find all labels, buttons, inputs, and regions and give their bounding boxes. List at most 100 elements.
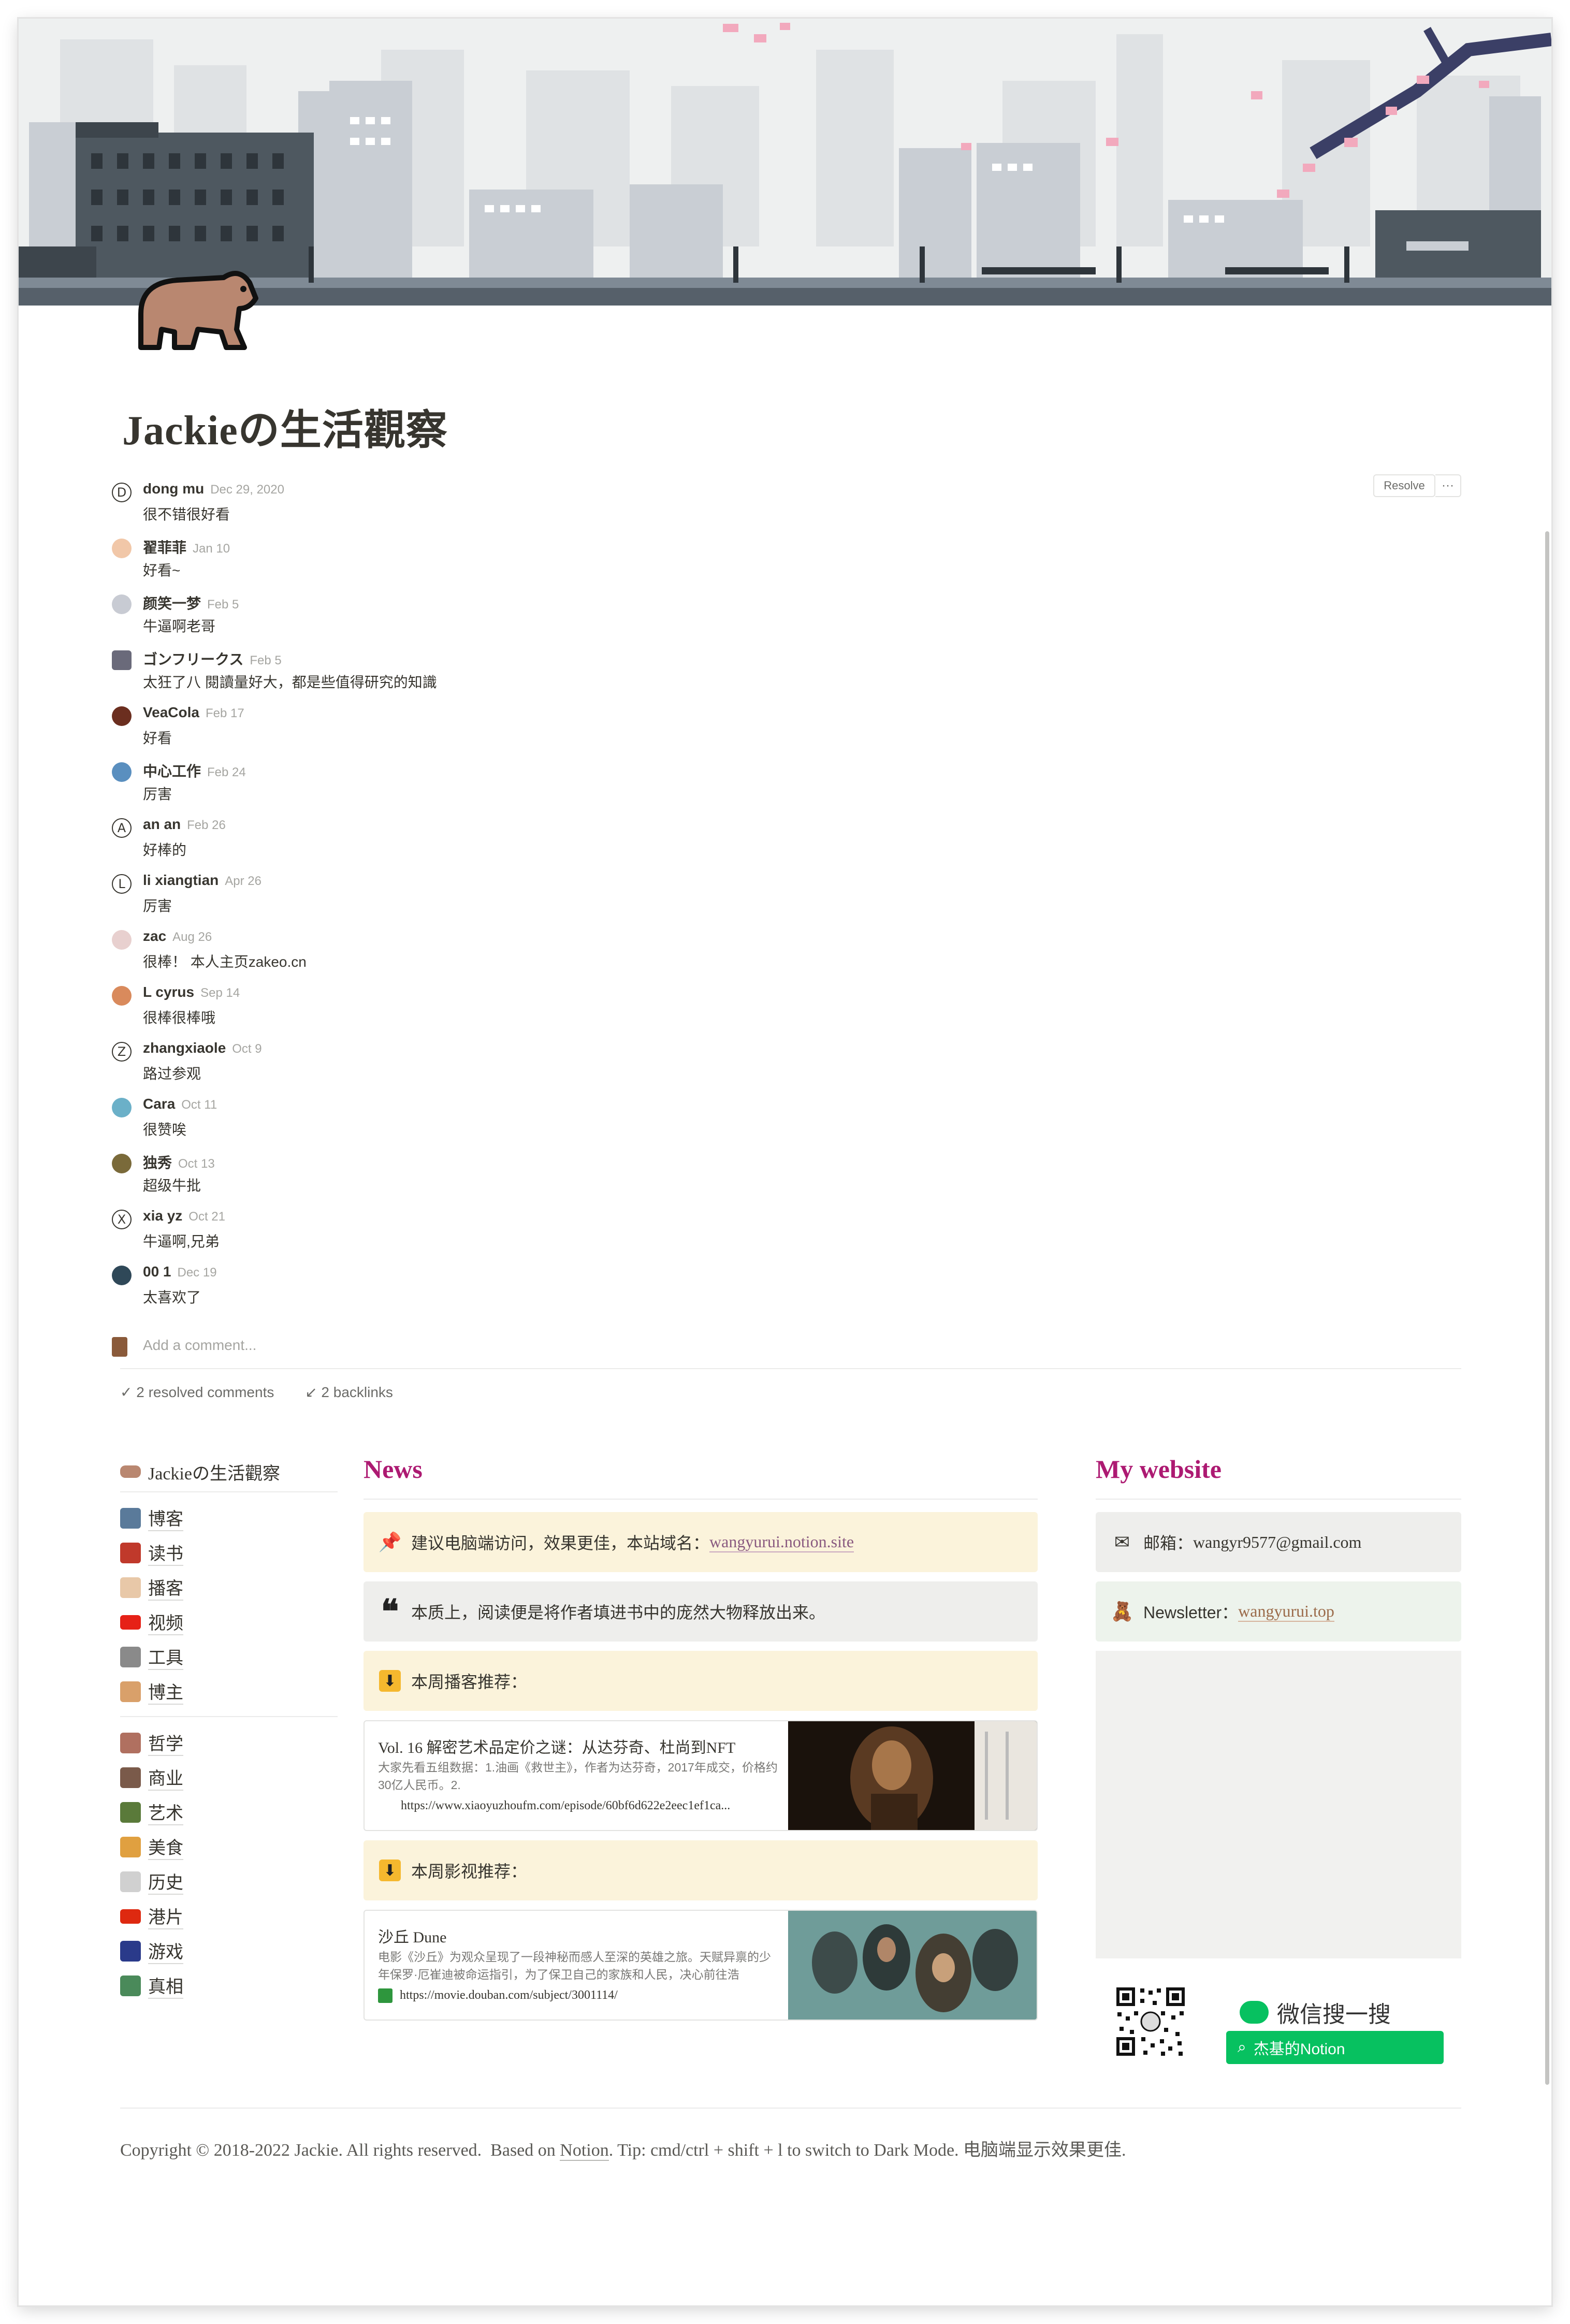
down-arrow-icon: ⬇ [379, 1670, 401, 1692]
avatar [112, 986, 132, 1006]
book-icon [120, 1542, 141, 1563]
comment-item: ゴンフリークス Feb 5 太狂了八 閱讀量好大，都是些值得研究的知識 [112, 647, 1479, 703]
avatar: A [112, 818, 132, 838]
email-address[interactable]: wangyr9577@gmail.com [1193, 1533, 1361, 1552]
comment-item: L cyrus Sep 14 很棒很棒哦 [112, 983, 1479, 1039]
sidebar-item-games[interactable]: 游戏 [120, 1934, 348, 1968]
document-icon [120, 1871, 141, 1892]
sidebar-item-history[interactable]: 历史 [120, 1864, 348, 1899]
bookmark-description: 电影《沙丘》为观众呈现了一段神秘而感人至深的英雄之旅。天赋异禀的少年保罗·厄崔迪… [378, 1950, 771, 1981]
comment-text: 厉害 [143, 898, 172, 914]
movie-callout: ⬇ 本周影视推荐： [364, 1840, 1038, 1900]
movie-bookmark[interactable]: 沙丘 Dune 电影《沙丘》为观众呈现了一段神秘而感人至深的英雄之旅。天赋异禀的… [364, 1910, 1038, 2021]
news-heading: News [364, 1455, 423, 1484]
playstation-icon [120, 1940, 141, 1962]
comment-text: 好看~ [143, 562, 181, 578]
add-comment-input[interactable]: Add a comment... [143, 1337, 256, 1354]
youtube-icon [120, 1615, 141, 1630]
sidebar-item-bloggers[interactable]: 博主 [120, 1674, 348, 1709]
comment-item: L li xiangtian Apr 26 厉害 [112, 871, 1479, 927]
divider [120, 1491, 338, 1492]
newsletter-link[interactable]: wangyurui.top [1238, 1602, 1334, 1622]
sidebar-item-podcast[interactable]: 播客 [120, 1570, 348, 1605]
newsletter-callout: 🧸 Newsletter： wangyurui.top [1096, 1581, 1461, 1642]
avatar: D [112, 483, 132, 502]
comment-author: dong mu Dec 29, 2020 [143, 481, 284, 497]
sidebar-item-tools[interactable]: 工具 [120, 1639, 348, 1674]
divider [120, 1368, 1461, 1369]
comment-author: 颜笑一梦 Feb 5 [143, 595, 239, 612]
comment-author: L cyrus Sep 14 [143, 984, 240, 1000]
tools-icon [120, 1646, 141, 1667]
comment-author: 翟菲菲 Jan 10 [143, 540, 230, 556]
add-comment-row[interactable]: Add a comment... [112, 1334, 733, 1360]
sidebar-item-hk-films[interactable]: 港片 [120, 1899, 348, 1934]
comment-author: zac Aug 26 [143, 928, 212, 944]
podcast-cover-image [788, 1721, 1037, 1830]
movie-poster-image [788, 1911, 1037, 2020]
comments-list: D dong mu Dec 29, 2020 很不错很好看 翟菲菲 Jan 10 好… [112, 480, 1479, 1318]
notion-link[interactable]: Notion [560, 2141, 609, 2161]
comment-text: 太喜欢了 [143, 1289, 201, 1305]
scrollbar[interactable] [1545, 531, 1549, 2085]
sidebar-item-philosophy[interactable]: 哲学 [120, 1725, 348, 1760]
sidebar-item-art[interactable]: 艺术 [120, 1795, 348, 1829]
noodle-icon [120, 1836, 141, 1857]
bookmark-url: https://movie.douban.com/subject/3001114… [378, 1988, 618, 2003]
comment-text: 很不错很好看 [143, 506, 230, 522]
avatar [112, 1266, 132, 1285]
divider [120, 2108, 1461, 2109]
wechat-search-button[interactable]: ⌕ 杰基的Notion [1226, 2031, 1444, 2064]
sidebar-item-truth[interactable]: 真相 [120, 1968, 348, 2003]
page-frame: Jackieの生活觀察 Resolve ··· D dong mu Dec 29,… [19, 19, 1551, 2305]
resolved-comments-link[interactable]: ✓ 2 resolved comments [120, 1384, 287, 1400]
comment-item: 00 1 Dec 19 太喜欢了 [112, 1262, 1479, 1318]
avatar [112, 706, 132, 726]
comment-author: VeaCola Feb 17 [143, 704, 244, 720]
comment-item: Z zhangxiaole Oct 9 路过参观 [112, 1039, 1479, 1095]
comment-date: Feb 24 [207, 765, 246, 779]
sidebar-item-blog[interactable]: 博客 [120, 1501, 348, 1535]
sidebar-item-business[interactable]: 商业 [120, 1760, 348, 1795]
comment-date: Oct 9 [232, 1042, 262, 1056]
avatar [112, 1098, 132, 1117]
comment-item: zac Aug 26 很棒！ 本人主页zakeo.cn [112, 927, 1479, 983]
avatar: X [112, 1210, 132, 1229]
comment-date: Oct 21 [188, 1210, 225, 1224]
avatar [112, 1337, 127, 1357]
sidebar-item-video[interactable]: 视频 [120, 1605, 348, 1639]
douban-icon [378, 1988, 392, 2003]
wechat-icon [1240, 2001, 1269, 2024]
avatar [112, 594, 132, 614]
avatar [112, 1154, 132, 1173]
comment-author: zhangxiaole Oct 9 [143, 1040, 262, 1056]
embed-placeholder [1096, 1651, 1461, 1958]
podcast-callout: ⬇ 本周播客推荐： [364, 1651, 1038, 1711]
teddy-bear-icon: 🧸 [1110, 1601, 1134, 1622]
comment-meta: ✓ 2 resolved comments ↙ 2 backlinks [120, 1384, 420, 1401]
comment-text: 很赞唉 [143, 1122, 187, 1138]
podcast-bookmark[interactable]: Vol. 16 解密艺术品定价之谜：从达芬奇、杜尚到NFT 大家先看五组数据：1… [364, 1720, 1038, 1831]
comment-item: VeaCola Feb 17 好看 [112, 703, 1479, 759]
comment-text: 厉害 [143, 786, 172, 802]
comment-date: Sep 14 [200, 986, 240, 1000]
comment-text: 牛逼啊,兄弟 [143, 1233, 220, 1250]
comment-text: 路过参观 [143, 1066, 201, 1082]
sidebar-item-food[interactable]: 美食 [120, 1829, 348, 1864]
avatar [112, 930, 132, 950]
sidebar-title[interactable]: Jackieの生活觀察 [120, 1456, 348, 1487]
website-heading: My website [1096, 1455, 1222, 1484]
backlinks-link[interactable]: ↙ 2 backlinks [305, 1384, 406, 1400]
sidebar-item-reading[interactable]: 读书 [120, 1535, 348, 1570]
comment-date: Dec 29, 2020 [210, 483, 284, 497]
domain-callout: 📌 建议电脑端访问，效果更佳，本站域名： wangyurui.notion.sit… [364, 1512, 1038, 1572]
person-icon [120, 1681, 141, 1702]
domain-link[interactable]: wangyurui.notion.site [709, 1532, 854, 1552]
comment-date: Feb 5 [207, 598, 239, 612]
comment-date: Oct 13 [178, 1157, 215, 1171]
avatar [112, 762, 132, 782]
comment-item: A an an Feb 26 好棒的 [112, 815, 1479, 871]
comment-item: D dong mu Dec 29, 2020 很不错很好看 [112, 480, 1479, 535]
comment-date: Feb 5 [250, 653, 282, 667]
comment-item: 翟菲菲 Jan 10 好看~ [112, 535, 1479, 591]
